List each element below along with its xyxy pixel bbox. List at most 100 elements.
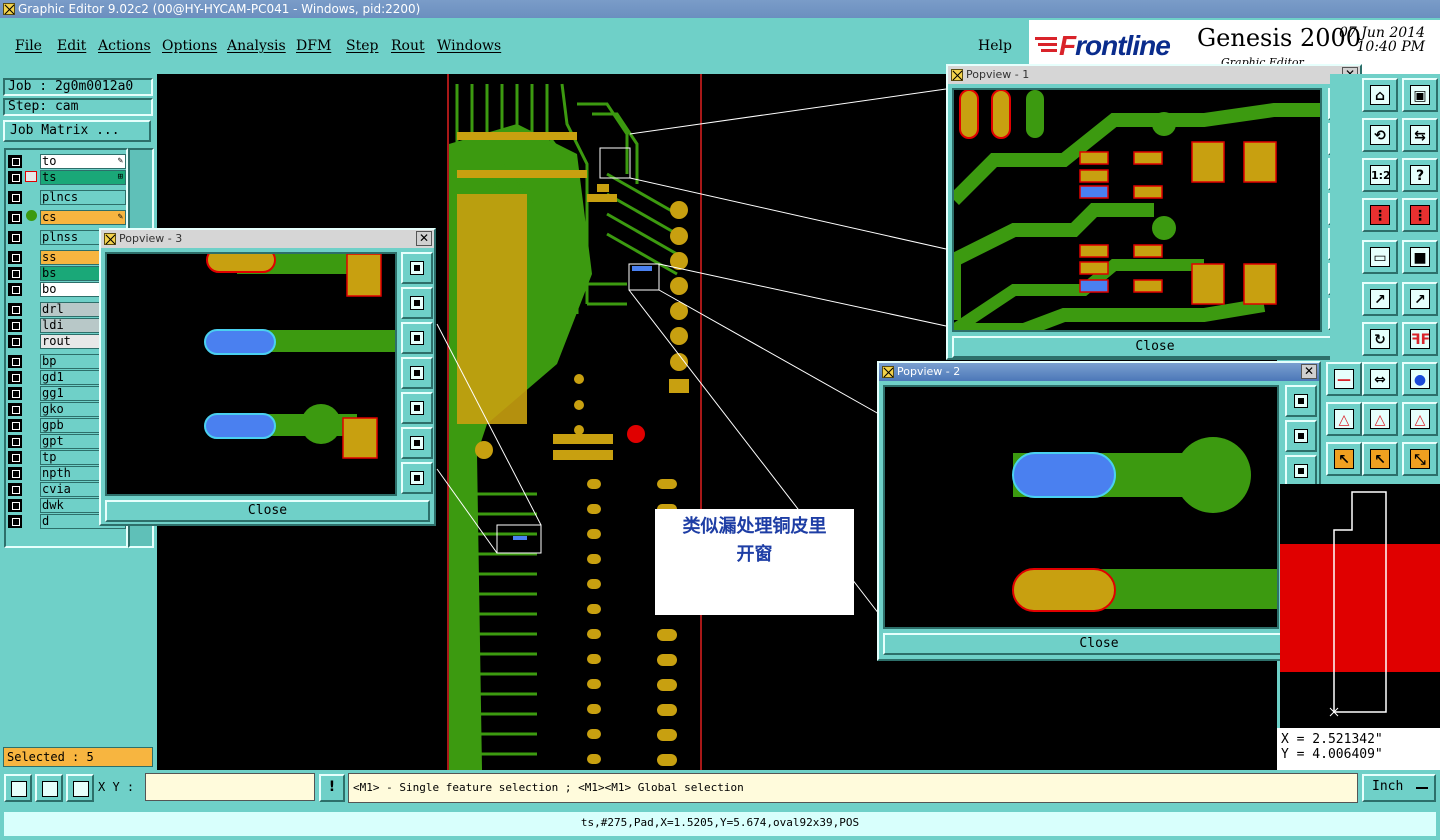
layer-checkbox[interactable] bbox=[8, 515, 22, 528]
popview-3-window[interactable]: Popview - 3 ✕ Close bbox=[99, 228, 436, 526]
alert-button[interactable]: ! bbox=[319, 774, 345, 802]
layer-checkbox[interactable] bbox=[8, 231, 22, 244]
popview-2-pan-down-button[interactable] bbox=[1285, 455, 1317, 487]
layer-checkbox[interactable] bbox=[8, 419, 22, 432]
layer-row[interactable]: plncs bbox=[8, 190, 126, 205]
layer-name: cs bbox=[40, 210, 126, 225]
popview-1-window[interactable]: Popview - 1 ✕ bbox=[946, 64, 1362, 360]
layer-row[interactable]: to ✎ bbox=[8, 154, 126, 169]
popview-3-close-button[interactable]: Close bbox=[105, 500, 430, 522]
popview-1-close-button[interactable]: Close bbox=[952, 336, 1358, 358]
layer-checkbox[interactable] bbox=[8, 355, 22, 368]
menu-windows[interactable]: Windows bbox=[437, 38, 501, 54]
layer-checkbox[interactable] bbox=[8, 371, 22, 384]
pan-right-icon bbox=[410, 401, 424, 415]
mirror-icon: ⟲ bbox=[1370, 125, 1390, 145]
popview-2-pan-up-button[interactable] bbox=[1285, 420, 1317, 452]
layer-checkbox[interactable] bbox=[8, 267, 22, 280]
layer-checkbox[interactable] bbox=[8, 483, 22, 496]
arc-select-icon: △ bbox=[1370, 409, 1390, 429]
tool-ratio-button[interactable]: 1:2 bbox=[1362, 158, 1398, 192]
units-dropdown[interactable]: Inch bbox=[1362, 774, 1436, 802]
layer-checkbox[interactable] bbox=[8, 499, 22, 512]
popview-2-close-icon[interactable]: ✕ bbox=[1301, 364, 1317, 379]
pan-down-icon bbox=[1294, 464, 1308, 478]
menu-options[interactable]: Options bbox=[162, 38, 217, 54]
popview-3-titlebar[interactable]: Popview - 3 ✕ bbox=[101, 230, 434, 248]
menu-dfm[interactable]: DFM bbox=[296, 38, 331, 54]
popview-2-view[interactable] bbox=[883, 385, 1279, 629]
frontline-speed-icon bbox=[1035, 37, 1057, 52]
tool-window-button[interactable]: ▣ bbox=[1402, 78, 1438, 112]
popview-3-zoom-out-button[interactable] bbox=[401, 462, 433, 494]
layer-checkbox[interactable] bbox=[8, 155, 22, 168]
grid-button[interactable] bbox=[66, 774, 94, 802]
layer-checkbox[interactable] bbox=[8, 467, 22, 480]
layer-checkbox[interactable] bbox=[8, 251, 22, 264]
popview-2-window[interactable]: Popview - 2 ✕ Close bbox=[877, 361, 1321, 661]
layer-checkbox[interactable] bbox=[8, 403, 22, 416]
xy-input[interactable] bbox=[145, 773, 315, 801]
tool-shapes-button[interactable]: ● bbox=[1402, 362, 1438, 396]
popview-2-zoom-fit-button[interactable] bbox=[1285, 385, 1317, 417]
zoom-window-button[interactable] bbox=[4, 774, 32, 802]
tool-measure-2-button[interactable]: ↗ bbox=[1402, 282, 1438, 316]
popview-3-close-icon[interactable]: ✕ bbox=[416, 231, 432, 246]
popview-1-view[interactable] bbox=[952, 88, 1322, 332]
popview-3-zoom-fit-button[interactable] bbox=[401, 252, 433, 284]
menu-actions[interactable]: Actions bbox=[98, 38, 151, 54]
popview-3-view[interactable] bbox=[105, 252, 397, 496]
layer-checkbox[interactable] bbox=[8, 335, 22, 348]
layer-checkbox[interactable] bbox=[8, 211, 22, 224]
popview-3-pan-down-button[interactable] bbox=[401, 322, 433, 354]
job-matrix-button[interactable]: Job Matrix ... bbox=[3, 120, 151, 142]
tool-swap-button[interactable]: ⇆ bbox=[1402, 118, 1438, 152]
layer-checkbox[interactable] bbox=[8, 191, 22, 204]
popview-3-zoom-in-button[interactable] bbox=[401, 427, 433, 459]
layer-checkbox[interactable] bbox=[8, 451, 22, 464]
layer-checkbox[interactable] bbox=[8, 435, 22, 448]
popview-3-pan-right-button[interactable] bbox=[401, 392, 433, 424]
menu-edit[interactable]: Edit bbox=[57, 38, 86, 54]
layer-checkbox[interactable] bbox=[8, 387, 22, 400]
tool-arc-3-button[interactable]: △ bbox=[1402, 402, 1438, 436]
popview-1-titlebar[interactable]: Popview - 1 ✕ bbox=[948, 66, 1360, 84]
tool-line-button[interactable]: — bbox=[1326, 362, 1362, 396]
tool-select-button[interactable]: ↖ bbox=[1326, 442, 1362, 476]
tool-net-button[interactable]: ⋮ bbox=[1362, 198, 1398, 232]
tool-measure-button[interactable]: ↗ bbox=[1362, 282, 1398, 316]
popview-3-pan-left-button[interactable] bbox=[401, 357, 433, 389]
layer-checkbox[interactable] bbox=[8, 319, 22, 332]
pan-left-icon bbox=[410, 366, 424, 380]
tool-ruler-button[interactable]: ▭ bbox=[1362, 240, 1398, 274]
measure-angle-button[interactable] bbox=[35, 774, 63, 802]
menu-step[interactable]: Step bbox=[346, 38, 378, 54]
layer-checkbox[interactable] bbox=[8, 171, 22, 184]
menu-file[interactable]: File bbox=[15, 38, 42, 54]
menu-analysis[interactable]: Analysis bbox=[227, 38, 286, 54]
tool-select-2-button[interactable]: ↖ bbox=[1362, 442, 1398, 476]
popview-2-titlebar[interactable]: Popview - 2 ✕ bbox=[879, 363, 1319, 381]
tool-net-2-button[interactable]: ⋮ bbox=[1402, 198, 1438, 232]
tool-arc-2-button[interactable]: △ bbox=[1362, 402, 1398, 436]
tool-help-button[interactable]: ? bbox=[1402, 158, 1438, 192]
popview-3-pan-up-button[interactable] bbox=[401, 287, 433, 319]
tool-dimension-button[interactable]: ⇔ bbox=[1362, 362, 1398, 396]
tool-route-button[interactable]: ⤡ bbox=[1402, 442, 1438, 476]
pen-icon: ✎ bbox=[117, 212, 123, 222]
menu-help[interactable]: Help bbox=[978, 38, 1012, 54]
tool-snap-button[interactable]: ■ bbox=[1402, 240, 1438, 274]
popview-2-close-button[interactable]: Close bbox=[883, 633, 1315, 655]
layer-checkbox[interactable] bbox=[8, 303, 22, 316]
layer-checkbox[interactable] bbox=[8, 283, 22, 296]
tool-arc-button[interactable]: △ bbox=[1326, 402, 1362, 436]
tool-home-button[interactable]: ⌂ bbox=[1362, 78, 1398, 112]
tool-mirror-button[interactable]: ⟲ bbox=[1362, 118, 1398, 152]
tool-flip-button[interactable]: ꟻF bbox=[1402, 322, 1438, 356]
ratio-icon: 1:2 bbox=[1370, 165, 1391, 185]
units-value: Inch bbox=[1372, 779, 1404, 794]
menu-rout[interactable]: Rout bbox=[391, 38, 425, 54]
tool-rotate-button[interactable]: ↻ bbox=[1362, 322, 1398, 356]
snap-icon: ■ bbox=[1410, 247, 1430, 267]
navigation-map[interactable] bbox=[1280, 484, 1440, 728]
